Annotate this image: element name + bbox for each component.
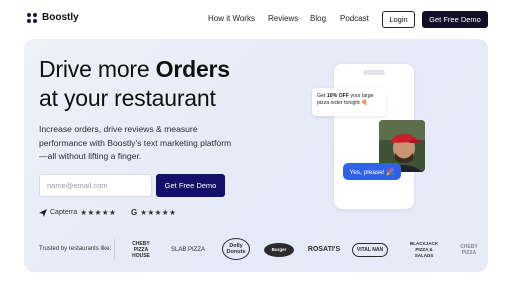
nav-link-reviews[interactable]: Reviews bbox=[268, 14, 298, 23]
hero-headline: Drive more Orders at your restaurant bbox=[39, 55, 230, 113]
brand-logo: BLACKJACK PIZZA & SALADS bbox=[406, 238, 442, 262]
capterra-rating: Capterra ★★★★★ bbox=[39, 208, 116, 217]
headline-line2: at your restaurant bbox=[39, 85, 216, 111]
headline-bold: Orders bbox=[155, 56, 230, 82]
capterra-label: Capterra bbox=[50, 209, 78, 216]
top-nav: Boostly How it Works Reviews Blog Podcas… bbox=[0, 0, 512, 38]
capterra-icon bbox=[39, 208, 47, 217]
brand-logo: CHEBY PIZZA bbox=[458, 238, 480, 262]
brand-logo: SLAB PIZZA bbox=[168, 238, 208, 262]
brand-name: CHEBY PIZZA bbox=[460, 244, 478, 256]
brand-logo: CHEBY PIZZA HOUSE bbox=[128, 238, 154, 262]
capterra-stars: ★★★★★ bbox=[80, 208, 117, 217]
hero-section: Drive more Orders at your restaurant Inc… bbox=[24, 39, 488, 272]
brand-name: VITAL NAN bbox=[356, 247, 384, 253]
hero-demo-button[interactable]: Get Free Demo bbox=[156, 174, 225, 197]
nav-demo-button[interactable]: Get Free Demo bbox=[422, 11, 488, 28]
nav-link-blog[interactable]: Blog bbox=[310, 14, 326, 23]
brand-name: ROSATI'S bbox=[307, 246, 341, 253]
sms-reply-bubble: Yes, please! 🎉 bbox=[343, 163, 401, 180]
nav-link-how-it-works[interactable]: How it Works bbox=[208, 14, 255, 23]
brand-name: Burger bbox=[271, 247, 287, 252]
brand-logo: VITAL NAN bbox=[352, 243, 388, 257]
google-rating: G ★★★★★ bbox=[131, 208, 176, 217]
brand-logo: Burger bbox=[264, 243, 294, 257]
brand-logo: Dolly Donuts bbox=[222, 238, 250, 260]
phone-notch bbox=[363, 70, 385, 75]
headline-part: Drive more bbox=[39, 56, 156, 82]
brand-name: Dolly Donuts bbox=[226, 243, 246, 255]
sms-offer-bubble: Get 10% OFF your large pizza order tonig… bbox=[312, 88, 386, 116]
trusted-label: Trusted by restaurants like: bbox=[39, 246, 112, 252]
logo-text: Boostly bbox=[42, 12, 79, 23]
logo-icon bbox=[27, 12, 37, 23]
divider bbox=[114, 239, 115, 259]
nav-link-podcast[interactable]: Podcast bbox=[340, 14, 369, 23]
google-stars: ★★★★★ bbox=[140, 208, 177, 217]
msg-prefix: Get bbox=[317, 93, 327, 99]
hero-subtext: Increase orders, drive reviews & measure… bbox=[39, 124, 232, 161]
email-input[interactable] bbox=[39, 174, 152, 197]
brand-name: SLAB PIZZA bbox=[170, 247, 205, 253]
google-icon: G bbox=[131, 208, 138, 217]
brand-logo: ROSATI'S bbox=[308, 238, 340, 262]
login-button[interactable]: Login bbox=[382, 11, 415, 28]
brand-name: CHEBY PIZZA HOUSE bbox=[132, 241, 150, 259]
logo[interactable]: Boostly bbox=[27, 12, 79, 23]
brand-name: BLACKJACK PIZZA & SALADS bbox=[410, 241, 438, 258]
msg-bold: 10% OFF bbox=[326, 93, 350, 99]
